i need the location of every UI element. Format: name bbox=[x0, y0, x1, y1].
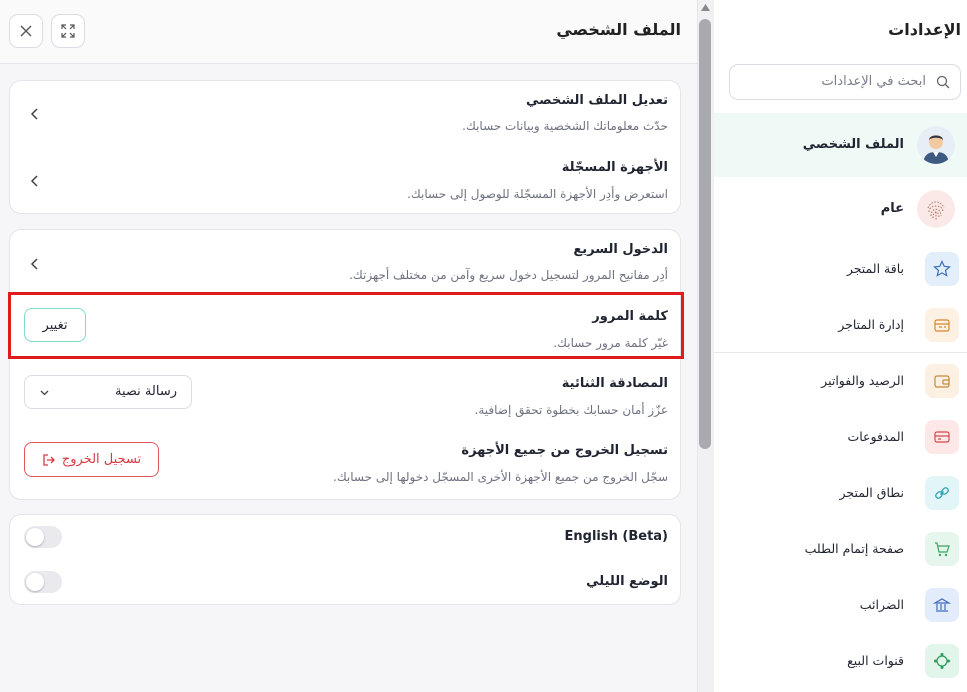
expand-button[interactable] bbox=[51, 14, 85, 48]
two-factor-title: المصادقة الثنائية bbox=[561, 376, 668, 391]
chevron-left-icon bbox=[30, 175, 38, 187]
chevron-left-icon bbox=[30, 108, 38, 120]
fingerprint-icon bbox=[917, 190, 955, 228]
profile-panel: الملف الشخصي تعديل الملف الشخصي حدّث معل… bbox=[0, 0, 697, 692]
sidebar-item-payments[interactable]: المدفوعات bbox=[714, 418, 967, 456]
english-toggle[interactable] bbox=[24, 526, 62, 548]
english-label: English (Beta) bbox=[564, 529, 668, 544]
sidebar-item-channels[interactable]: قنوات البيع bbox=[714, 642, 967, 680]
scroll-up-arrow-icon[interactable] bbox=[700, 3, 711, 12]
registered-devices-title: الأجهزة المسجّلة bbox=[561, 160, 668, 175]
two-factor-select[interactable]: رسالة نصية bbox=[24, 375, 192, 409]
sidebar-item-label: نطاق المتجر bbox=[839, 485, 904, 500]
sidebar-item-store-plan[interactable]: باقة المتجر bbox=[714, 250, 967, 288]
sidebar-item-balance[interactable]: الرصيد والفواتير bbox=[714, 362, 967, 400]
two-factor-desc: عزّز أمان حسابك بخطوة تحقق إضافية. bbox=[474, 403, 668, 417]
card-icon bbox=[925, 420, 959, 454]
sidebar-item-label: الرصيد والفواتير bbox=[821, 373, 904, 388]
sidebar-item-store-management[interactable]: إدارة المتاجر bbox=[714, 306, 967, 344]
chevron-down-icon bbox=[40, 390, 49, 396]
close-icon bbox=[20, 25, 32, 37]
quick-login-row[interactable]: الدخول السريع أدِر مفاتيح المرور لتسجيل … bbox=[10, 230, 682, 292]
sidebar-item-profile[interactable]: الملف الشخصي bbox=[714, 113, 967, 177]
toggle-knob bbox=[26, 528, 44, 546]
logout-icon bbox=[43, 453, 55, 466]
panel-title: الملف الشخصي bbox=[556, 20, 681, 39]
dark-mode-row: الوضع الليلي bbox=[10, 561, 682, 606]
logout-all-desc: سجّل الخروج من جميع الأجهزة الأخرى المسج… bbox=[333, 470, 668, 484]
panel-header: الملف الشخصي bbox=[0, 0, 697, 64]
sidebar-item-checkout[interactable]: صفحة إتمام الطلب bbox=[714, 530, 967, 568]
settings-sidebar: الإعدادات ابحث في الإعدادات الملف الشخصي… bbox=[714, 0, 967, 692]
dark-mode-toggle[interactable] bbox=[24, 571, 62, 593]
sidebar-title: الإعدادات bbox=[888, 20, 961, 39]
logout-all-button-label: تسجيل الخروج bbox=[61, 452, 142, 467]
account-card: تعديل الملف الشخصي حدّث معلوماتك الشخصية… bbox=[9, 80, 681, 214]
edit-profile-title: تعديل الملف الشخصي bbox=[525, 93, 668, 108]
search-placeholder: ابحث في الإعدادات bbox=[821, 74, 926, 89]
settings-search-input[interactable]: ابحث في الإعدادات bbox=[729, 64, 961, 100]
sidebar-item-taxes[interactable]: الضرائب bbox=[714, 586, 967, 624]
edit-profile-desc: حدّث معلوماتك الشخصية وبيانات حسابك. bbox=[462, 119, 668, 133]
tax-icon bbox=[925, 588, 959, 622]
sidebar-item-domain[interactable]: نطاق المتجر bbox=[714, 474, 967, 512]
password-highlight-box bbox=[8, 292, 684, 359]
link-icon bbox=[925, 476, 959, 510]
two-factor-selected: رسالة نصية bbox=[115, 384, 177, 399]
user-avatar bbox=[917, 126, 955, 164]
quick-login-desc: أدِر مفاتيح المرور لتسجيل دخول سريع وآمن… bbox=[349, 268, 668, 282]
logout-all-title: تسجيل الخروج من جميع الأجهزة bbox=[461, 443, 668, 458]
sidebar-item-label: الملف الشخصي bbox=[802, 137, 904, 152]
sidebar-item-label: قنوات البيع bbox=[847, 653, 904, 668]
wallet-icon bbox=[925, 364, 959, 398]
change-password-button[interactable]: تغيير bbox=[24, 308, 86, 342]
sidebar-item-label: عام bbox=[880, 201, 904, 216]
channels-icon bbox=[925, 644, 959, 678]
store-manage-icon bbox=[925, 308, 959, 342]
chevron-left-icon bbox=[30, 258, 38, 270]
sidebar-item-label: باقة المتجر bbox=[846, 261, 904, 276]
search-icon bbox=[936, 75, 950, 89]
close-button[interactable] bbox=[9, 14, 43, 48]
registered-devices-desc: استعرض وأدِر الأجهزة المسجّلة للوصول إلى… bbox=[407, 187, 668, 201]
sidebar-item-label: المدفوعات bbox=[847, 429, 904, 444]
sidebar-item-general[interactable]: عام bbox=[714, 180, 967, 240]
star-icon bbox=[925, 252, 959, 286]
quick-login-title: الدخول السريع bbox=[573, 242, 668, 257]
dark-mode-label: الوضع الليلي bbox=[586, 574, 668, 589]
edit-profile-row[interactable]: تعديل الملف الشخصي حدّث معلوماتك الشخصية… bbox=[10, 81, 682, 147]
sidebar-divider bbox=[714, 352, 967, 353]
english-row: English (Beta) bbox=[10, 515, 682, 560]
scrollbar-thumb[interactable] bbox=[699, 19, 711, 449]
sidebar-item-label: الضرائب bbox=[859, 597, 904, 612]
toggle-knob bbox=[26, 573, 44, 591]
registered-devices-row[interactable]: الأجهزة المسجّلة استعرض وأدِر الأجهزة ال… bbox=[10, 147, 682, 213]
expand-icon bbox=[61, 24, 75, 38]
cart-icon bbox=[925, 532, 959, 566]
sidebar-item-label: إدارة المتاجر bbox=[838, 317, 904, 332]
preferences-card: English (Beta) الوضع الليلي bbox=[9, 514, 681, 605]
sidebar-item-label: صفحة إتمام الطلب bbox=[804, 541, 904, 556]
logout-all-button[interactable]: تسجيل الخروج bbox=[24, 442, 159, 477]
